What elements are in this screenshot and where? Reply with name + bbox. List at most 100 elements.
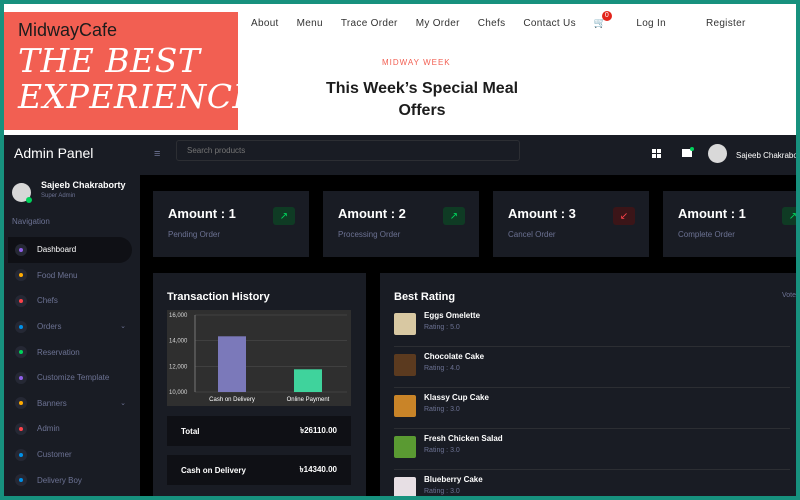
stat-label: Complete Order [678,230,735,239]
delivery-icon [15,474,27,487]
cart-button[interactable]: 🛒 0 [594,11,612,29]
orders-icon [15,320,27,333]
nav-trace-order[interactable]: Trace Order [341,18,398,29]
hamburger-menu-icon[interactable]: ≡ [154,148,160,160]
sidebar-item-orders[interactable]: Orders ⌄ [8,314,132,340]
arrow-up-right-icon: ↗ [443,207,465,225]
promo-banner: MidwayCafe THE BEST EXPERIENCE [4,12,258,130]
total-row: Total ৳26110.00 [167,416,351,446]
mail-icon[interactable] [682,147,694,157]
transaction-history-panel: Transaction History 16,000 14,000 12,000 10… [153,273,366,496]
chevron-down-icon: ⌄ [120,322,126,330]
food-name: Blueberry Cake [424,475,483,484]
food-rating: Rating : 3.0 [424,447,460,454]
y-tick-label: 10,000 [169,390,188,396]
sidebar-item-label: Reservation [37,347,80,357]
food-rating: Rating : 3.0 [424,406,460,413]
sidebar-item-customize-template[interactable]: Customize Template [8,365,132,391]
stat-card-cancel: Amount : 3 Cancel Order ↙ [493,191,649,257]
stat-card-processing: Amount : 2 Processing Order ↗ [323,191,479,257]
food-image [394,395,416,417]
chart-bar [218,336,246,392]
chefs-icon [15,294,27,307]
y-tick-label: 16,000 [169,313,188,319]
promo-tagline: THE BEST EXPERIENCE [18,41,258,116]
food-rating: Rating : 4.0 [424,365,460,372]
cod-value: ৳14340.00 [299,464,337,474]
food-name: Klassy Cup Cake [424,393,489,402]
food-name: Eggs Omelette [424,311,481,320]
best-rating-panel: Best Rating Vote Eggs Omelette Rating : … [380,273,796,496]
reservation-icon [15,346,27,359]
sidebar-item-chefs[interactable]: Chefs [8,288,132,314]
login-link[interactable]: Log In [636,18,666,29]
stat-label: Pending Order [168,230,221,239]
profile-name: Sajeeb Chakraborty [41,180,126,190]
sidebar-item-food-menu[interactable]: Food Menu [8,263,132,289]
food-name: Fresh Chicken Salad [424,434,503,443]
register-link[interactable]: Register [706,18,746,29]
rating-item-blueberry-cake[interactable]: Blueberry Cake Rating : 3.0 [394,471,790,496]
section-label: MIDWAY WEEK [382,58,451,67]
arrow-up-right-icon: ↗ [273,207,295,225]
stat-card-pending: Amount : 1 Pending Order ↗ [153,191,309,257]
navigation-heading: Navigation [12,217,50,226]
sidebar-item-dashboard[interactable]: Dashboard [8,237,132,263]
top-user-name[interactable]: Sajeeb Chakrabo [736,151,796,160]
food-name: Chocolate Cake [424,352,485,361]
admin-panel: Admin Panel ≡ Sajeeb Chakrabo Sajeeb Cha… [4,135,796,496]
sidebar-item-label: Customer [37,450,72,460]
sidebar-item-reservation[interactable]: Reservation [8,339,132,365]
template-icon [15,371,27,384]
food-image [394,313,416,335]
section-title: This Week’s Special Meal Offers [325,80,519,119]
search-input[interactable] [176,140,520,161]
chevron-down-icon: ⌄ [120,399,126,407]
nav-chefs[interactable]: Chefs [478,18,506,29]
sidebar-item-label: Food Menu [37,270,78,280]
arrow-down-left-icon: ↙ [613,207,635,225]
sidebar-item-label: Delivery Boy [37,475,82,485]
food-menu-icon [15,269,27,282]
screenshot-frame: MidwayCafe THE BEST EXPERIENCE About Men… [4,4,796,496]
stat-amount: Amount : 1 [678,206,746,221]
rating-item-klassy-cup-cake[interactable]: Klassy Cup Cake Rating : 3.0 [394,389,790,429]
sidebar-item-admin[interactable]: Admin [8,416,132,442]
arrow-up-right-icon: ↗ [782,207,796,225]
y-tick-label: 14,000 [169,339,188,345]
food-image [394,354,416,376]
cod-label: Cash on Delivery [181,465,246,475]
rating-item-eggs-omelette[interactable]: Eggs Omelette Rating : 5.0 [394,307,790,347]
rating-item-fresh-chicken-salad[interactable]: Fresh Chicken Salad Rating : 3.0 [394,430,790,470]
stat-label: Cancel Order [508,230,556,239]
sidebar-item-customer[interactable]: Customer [8,442,132,468]
nav-my-order[interactable]: My Order [416,18,460,29]
site-brand: MidwayCafe [18,20,118,40]
customer-icon [15,448,27,461]
transaction-bar-chart: 16,000 14,000 12,000 10,000 Cash on Delivery… [169,313,347,403]
x-tick-label: Cash on Delivery [209,397,255,403]
nav-menu[interactable]: Menu [297,18,323,29]
transaction-chart: 16,000 14,000 12,000 10,000 Cash on Delivery… [167,310,351,406]
sidebar-item-label: Orders [37,322,62,332]
apps-grid-icon[interactable] [652,149,661,158]
sidebar-menu: Dashboard Food Menu Chefs Orders ⌄ Reserv… [8,237,132,493]
cart-count-badge: 0 [601,11,612,21]
site-nav: About Menu Trace Order My Order Chefs Co… [251,11,764,29]
nav-contact-us[interactable]: Contact Us [523,18,575,29]
rating-item-chocolate-cake[interactable]: Chocolate Cake Rating : 4.0 [394,348,790,388]
best-rating-title: Best Rating [394,291,456,303]
sidebar-item-banners[interactable]: Banners ⌄ [8,391,132,417]
sidebar-item-label: Admin [37,424,60,434]
chart-bar [294,369,322,392]
profile-role: Super Admin [41,193,76,199]
avatar[interactable] [708,144,727,163]
nav-about[interactable]: About [251,18,279,29]
food-rating: Rating : 3.0 [424,488,460,495]
banner-icon [15,397,27,410]
cash-on-delivery-row: Cash on Delivery ৳14340.00 [167,455,351,485]
sidebar-item-delivery-boy[interactable]: Delivery Boy [8,467,132,493]
stat-card-complete: Amount : 1 Complete Order ↗ [663,191,796,257]
food-rating: Rating : 5.0 [424,324,460,331]
y-tick-label: 12,000 [169,364,188,370]
